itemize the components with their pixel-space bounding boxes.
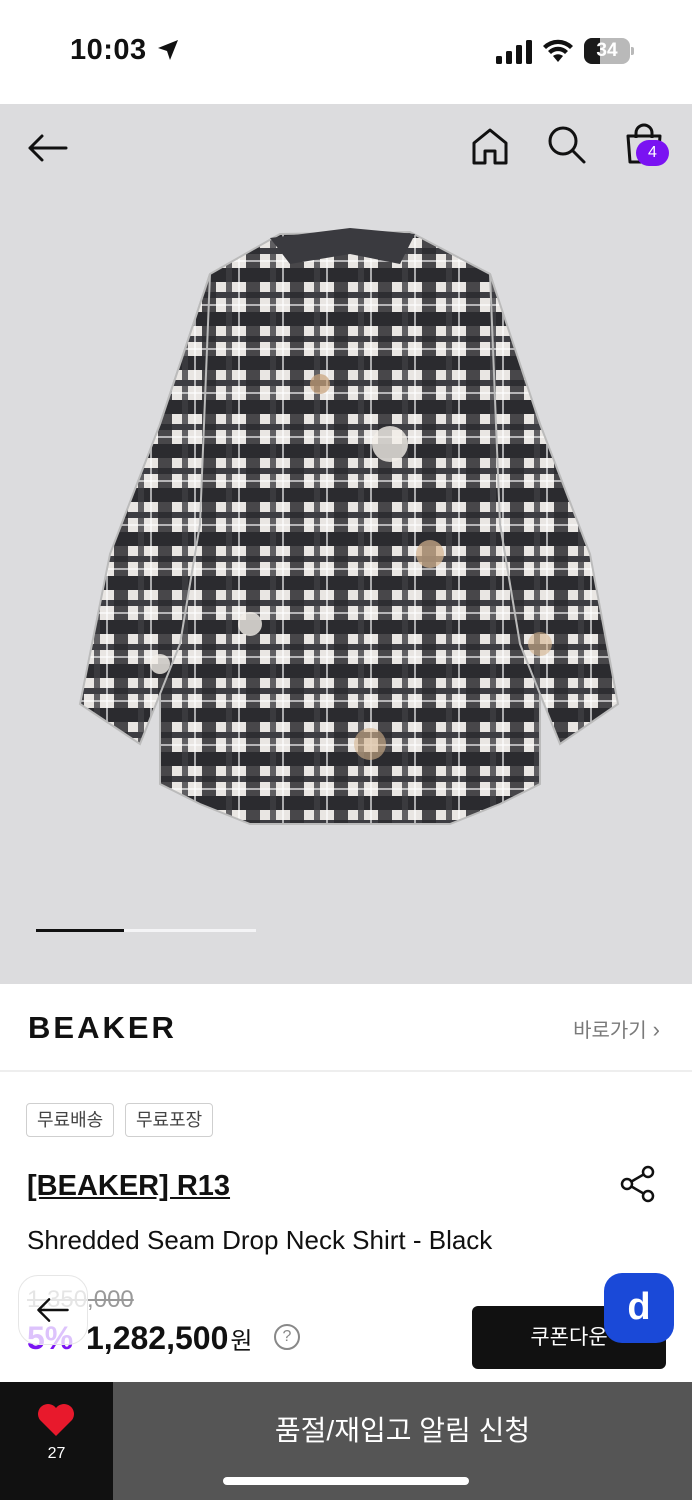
brand-logo: BEAKER bbox=[28, 1010, 177, 1045]
home-indicator bbox=[223, 1477, 469, 1485]
price-unit: 원 bbox=[230, 1328, 253, 1355]
bottom-action-bar: 27 품절/재입고 알림 신청 bbox=[0, 1382, 692, 1500]
brand-row[interactable]: BEAKER 바로가기 › bbox=[0, 984, 692, 1072]
share-icon[interactable] bbox=[618, 1164, 658, 1204]
product-image[interactable] bbox=[70, 224, 630, 884]
heart-icon bbox=[38, 1404, 74, 1436]
gallery-progress bbox=[36, 929, 256, 932]
floating-back-button[interactable] bbox=[18, 1275, 88, 1345]
location-arrow-icon bbox=[158, 40, 178, 60]
like-button[interactable]: 27 bbox=[0, 1382, 113, 1500]
search-icon[interactable] bbox=[544, 122, 588, 166]
product-brand-title[interactable]: [BEAKER] R13 bbox=[27, 1170, 230, 1203]
floating-app-button[interactable]: d bbox=[604, 1273, 674, 1343]
sale-price-value: 1,282,500 bbox=[86, 1320, 229, 1356]
sale-price: 1,282,500원 bbox=[86, 1320, 252, 1357]
like-count: 27 bbox=[47, 1445, 66, 1462]
battery-icon: 34 bbox=[584, 38, 634, 64]
help-icon[interactable]: ? bbox=[274, 1324, 300, 1350]
brand-link-label: 바로가기 bbox=[573, 1020, 647, 1042]
product-gallery[interactable]: 4 bbox=[0, 104, 692, 984]
cart-count-badge: 4 bbox=[636, 140, 669, 166]
status-time: 10:03 bbox=[70, 34, 147, 66]
tag-free-shipping: 무료배송 bbox=[26, 1103, 115, 1137]
wifi-icon bbox=[543, 39, 573, 62]
home-icon[interactable] bbox=[468, 124, 512, 168]
restock-alert-button[interactable]: 품절/재입고 알림 신청 bbox=[113, 1382, 692, 1482]
tag-free-wrapping: 무료포장 bbox=[125, 1103, 214, 1137]
brand-shortcut-link[interactable]: 바로가기 › bbox=[573, 1014, 660, 1043]
product-name: Shredded Seam Drop Neck Shirt - Black bbox=[27, 1225, 493, 1255]
chevron-right-icon: › bbox=[652, 1017, 660, 1042]
signal-icon bbox=[496, 40, 532, 64]
back-arrow-icon[interactable] bbox=[26, 126, 70, 170]
battery-level: 34 bbox=[596, 40, 618, 61]
status-bar: 10:03 34 bbox=[0, 0, 692, 104]
